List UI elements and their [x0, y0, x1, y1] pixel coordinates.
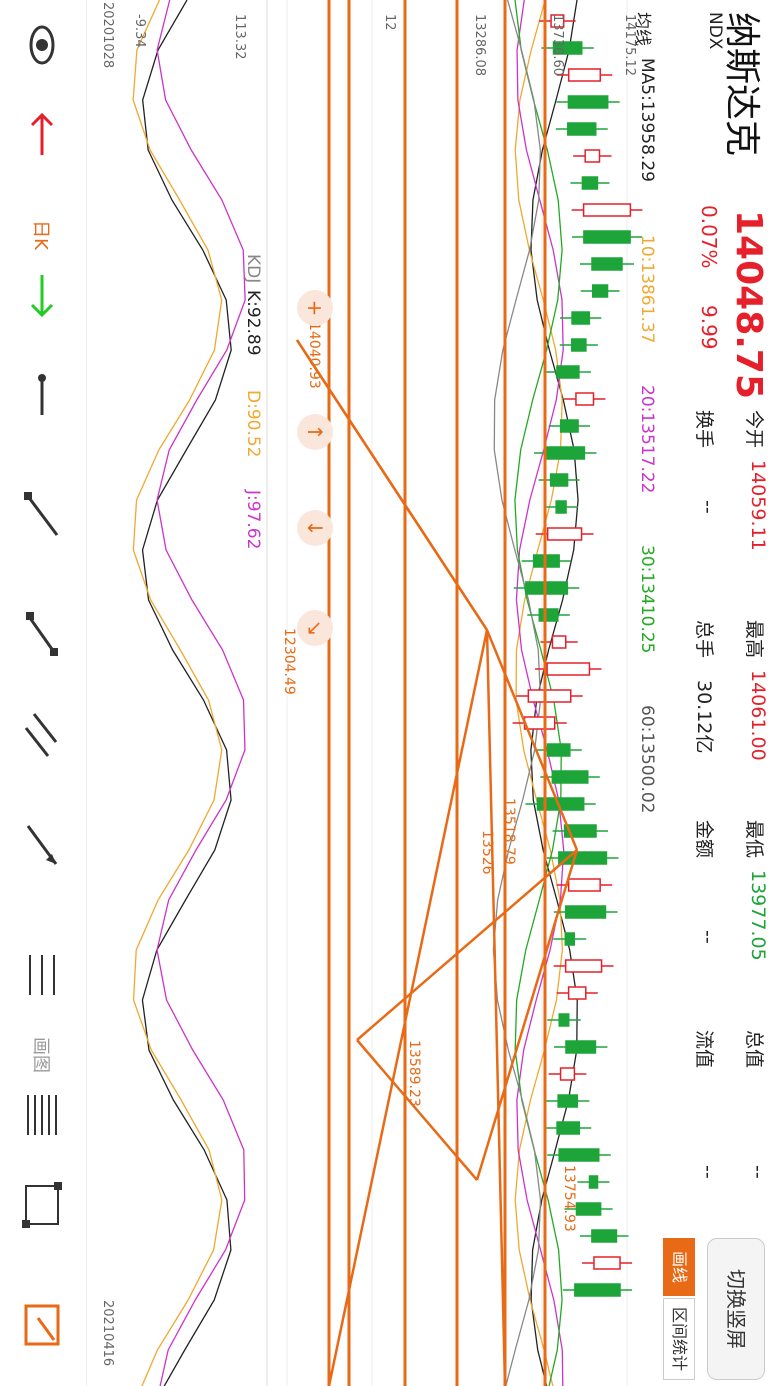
- candle-body: [588, 1175, 599, 1189]
- date-start: 20201028: [100, 2, 115, 69]
- shrink-button[interactable]: ↘: [297, 610, 333, 646]
- annotation-2: 12304.49: [281, 628, 297, 695]
- candle-body: [565, 905, 607, 919]
- annotation-4: 13526: [479, 830, 495, 875]
- candle-body: [574, 1283, 621, 1297]
- y-axis-low1: 13286.08: [472, 14, 487, 77]
- trend-line: [327, 629, 489, 1386]
- annotation-1: 14040.93: [306, 322, 322, 389]
- kdj-line: [141, 0, 232, 1386]
- kline-chart[interactable]: [87, 0, 777, 1386]
- arrow-line-icon[interactable]: [0, 810, 86, 880]
- candle-body: [567, 68, 602, 82]
- candle-body: [591, 284, 609, 298]
- annotation-5: 13589.23: [406, 1040, 422, 1107]
- month-k-icon[interactable]: [0, 360, 86, 430]
- candle-body: [564, 959, 603, 973]
- segment-line-icon[interactable]: [0, 600, 86, 670]
- candle-body: [556, 365, 580, 379]
- candle-body: [582, 203, 632, 217]
- candle-body: [551, 635, 567, 649]
- candle-body: [567, 95, 609, 109]
- kdj-axis-low: -9.34: [132, 14, 147, 48]
- candle-body: [559, 419, 579, 433]
- golden-section-icon[interactable]: [0, 940, 86, 1010]
- red-up-arrow-icon[interactable]: [0, 100, 86, 170]
- candle-body: [571, 311, 591, 325]
- candle-body: [575, 1202, 602, 1216]
- candle-body: [557, 1094, 579, 1108]
- more-icon[interactable]: [0, 480, 86, 550]
- candle-body: [525, 581, 569, 595]
- vertical-lines-icon[interactable]: [0, 1080, 86, 1150]
- candle-body: [564, 932, 576, 946]
- candle-body: [591, 1229, 618, 1243]
- candle-body: [549, 473, 569, 487]
- expand-icon[interactable]: [0, 1290, 86, 1360]
- candle-body: [567, 878, 601, 892]
- eye-icon[interactable]: [0, 10, 86, 80]
- annotation-6: 13754.93: [561, 1165, 577, 1232]
- candle-body: [546, 527, 583, 541]
- candle-body: [565, 1040, 597, 1054]
- candle-body: [558, 1013, 570, 1027]
- date-end: 20210416: [100, 1300, 115, 1367]
- candle-body: [546, 743, 571, 757]
- landscape-frame: 纳斯达克 14048.75 NDX 0.07% 9.99 今开 14059.11…: [0, 0, 777, 1386]
- candle-body: [591, 257, 623, 271]
- candle-body: [584, 149, 601, 163]
- candle-body: [558, 1148, 600, 1162]
- kdj-j: J:97.62: [243, 490, 263, 550]
- parallel-line-icon[interactable]: [0, 700, 86, 770]
- kdj-axis-top: 113.32: [232, 14, 247, 60]
- candle-body: [556, 1121, 581, 1135]
- annotation-3: 13518.79: [501, 798, 517, 865]
- candle-body: [581, 176, 599, 190]
- candle-body: [546, 662, 591, 676]
- candle-body: [527, 689, 572, 703]
- kdj-d: D:90.52: [243, 390, 263, 458]
- kdj-k: K:92.89: [243, 290, 263, 356]
- kdj-name[interactable]: KDJ: [243, 254, 263, 283]
- candle-body: [575, 392, 595, 406]
- candle-body: [583, 230, 631, 244]
- candle-body: [538, 608, 559, 622]
- candle-body: [593, 1256, 621, 1270]
- plus-button[interactable]: +: [297, 290, 333, 326]
- candle-body: [570, 338, 587, 352]
- down-arrow-button[interactable]: ↓: [297, 510, 333, 546]
- y-axis-mid: 13730.60: [550, 14, 565, 77]
- green-down-arrow-icon[interactable]: [0, 260, 86, 330]
- trend-line: [485, 629, 507, 1386]
- drawing-toolbar: 日K 画图: [0, 0, 87, 1386]
- y-axis-low2: 12: [382, 14, 397, 31]
- candle-body: [523, 716, 556, 730]
- candle-body: [567, 986, 587, 1000]
- kdj-line: [156, 0, 246, 1386]
- candle-body: [567, 122, 597, 136]
- y-axis-top: 14175.12: [622, 14, 637, 77]
- candle-body: [559, 1067, 576, 1081]
- box-icon[interactable]: [0, 1170, 86, 1240]
- up-arrow-button[interactable]: ↑: [297, 414, 333, 450]
- candle-body: [545, 446, 586, 460]
- candle-body: [555, 500, 567, 514]
- candle-body: [551, 770, 589, 784]
